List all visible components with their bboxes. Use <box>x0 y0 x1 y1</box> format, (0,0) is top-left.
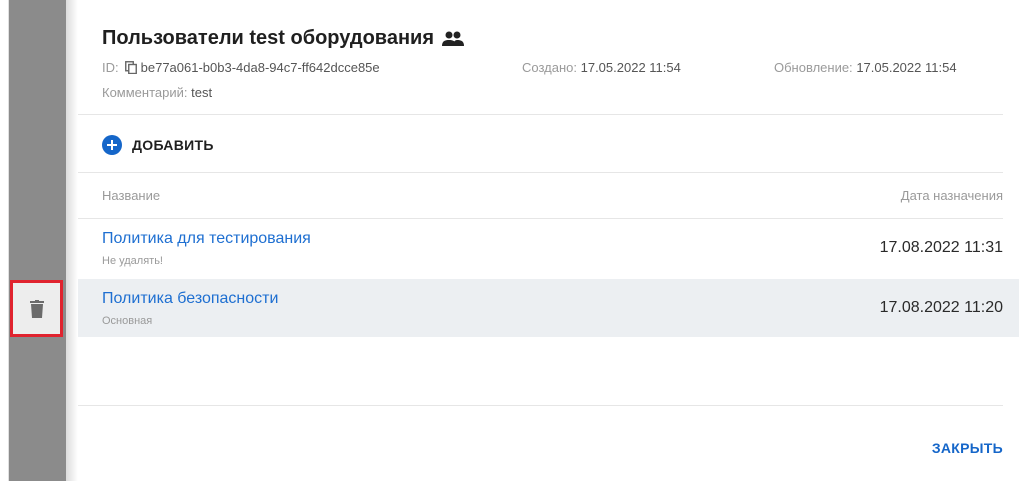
trash-icon <box>29 299 44 318</box>
table-row[interactable]: Политика безопасности Основная 17.08.202… <box>78 279 1019 337</box>
created-value: 17.05.2022 11:54 <box>580 60 681 75</box>
policy-name-link[interactable]: Политика безопасности <box>102 290 278 308</box>
policy-subtitle: Основная <box>102 315 153 327</box>
table-row[interactable]: Политика для тестирования Не удалять! 17… <box>78 219 1019 277</box>
updated-label: Обновление: <box>774 60 853 75</box>
updated-value: 17.05.2022 11:54 <box>856 60 957 75</box>
divider <box>78 172 1003 173</box>
comment-label: Комментарий: <box>102 85 188 100</box>
column-header-name: Название <box>102 188 161 203</box>
created-label: Создано: <box>522 60 577 75</box>
id-value: be77a061-b0b3-4da8-94c7-ff642dcce85e <box>140 60 380 75</box>
id-label: ID: <box>102 60 119 75</box>
policy-name-link[interactable]: Политика для тестирования <box>102 230 311 248</box>
divider <box>78 405 1003 406</box>
updated-info: Обновление: 17.05.2022 11:54 <box>774 60 957 75</box>
delete-row-button[interactable] <box>10 280 63 337</box>
close-button[interactable]: ЗАКРЫТЬ <box>932 440 1003 456</box>
screen: Пользователи test оборудования ID: be77a… <box>0 0 1019 481</box>
users-icon <box>441 31 464 46</box>
divider <box>78 114 1003 115</box>
created-info: Создано: 17.05.2022 11:54 <box>522 60 681 75</box>
comment-info: Комментарий: test <box>102 85 212 100</box>
dialog-title: Пользователи test оборудования <box>102 27 434 49</box>
overlay-backdrop <box>8 0 66 481</box>
assignment-date: 17.08.2022 11:20 <box>879 299 1003 316</box>
policy-subtitle: Не удалять! <box>102 255 163 267</box>
dialog-header: Пользователи test оборудования <box>102 27 464 50</box>
copy-icon[interactable] <box>124 61 137 74</box>
add-button[interactable]: ДОБАВИТЬ <box>102 135 214 155</box>
column-header-date: Дата назначения <box>900 188 1003 203</box>
plus-circle-icon <box>102 135 122 155</box>
comment-value: test <box>191 85 213 100</box>
assignment-date: 17.08.2022 11:31 <box>879 239 1003 256</box>
id-info: ID: be77a061-b0b3-4da8-94c7-ff642dcce85e <box>102 60 380 75</box>
users-dialog: Пользователи test оборудования ID: be77a… <box>66 0 1019 481</box>
add-button-label: ДОБАВИТЬ <box>132 137 214 153</box>
dialog-shadow <box>66 0 78 481</box>
